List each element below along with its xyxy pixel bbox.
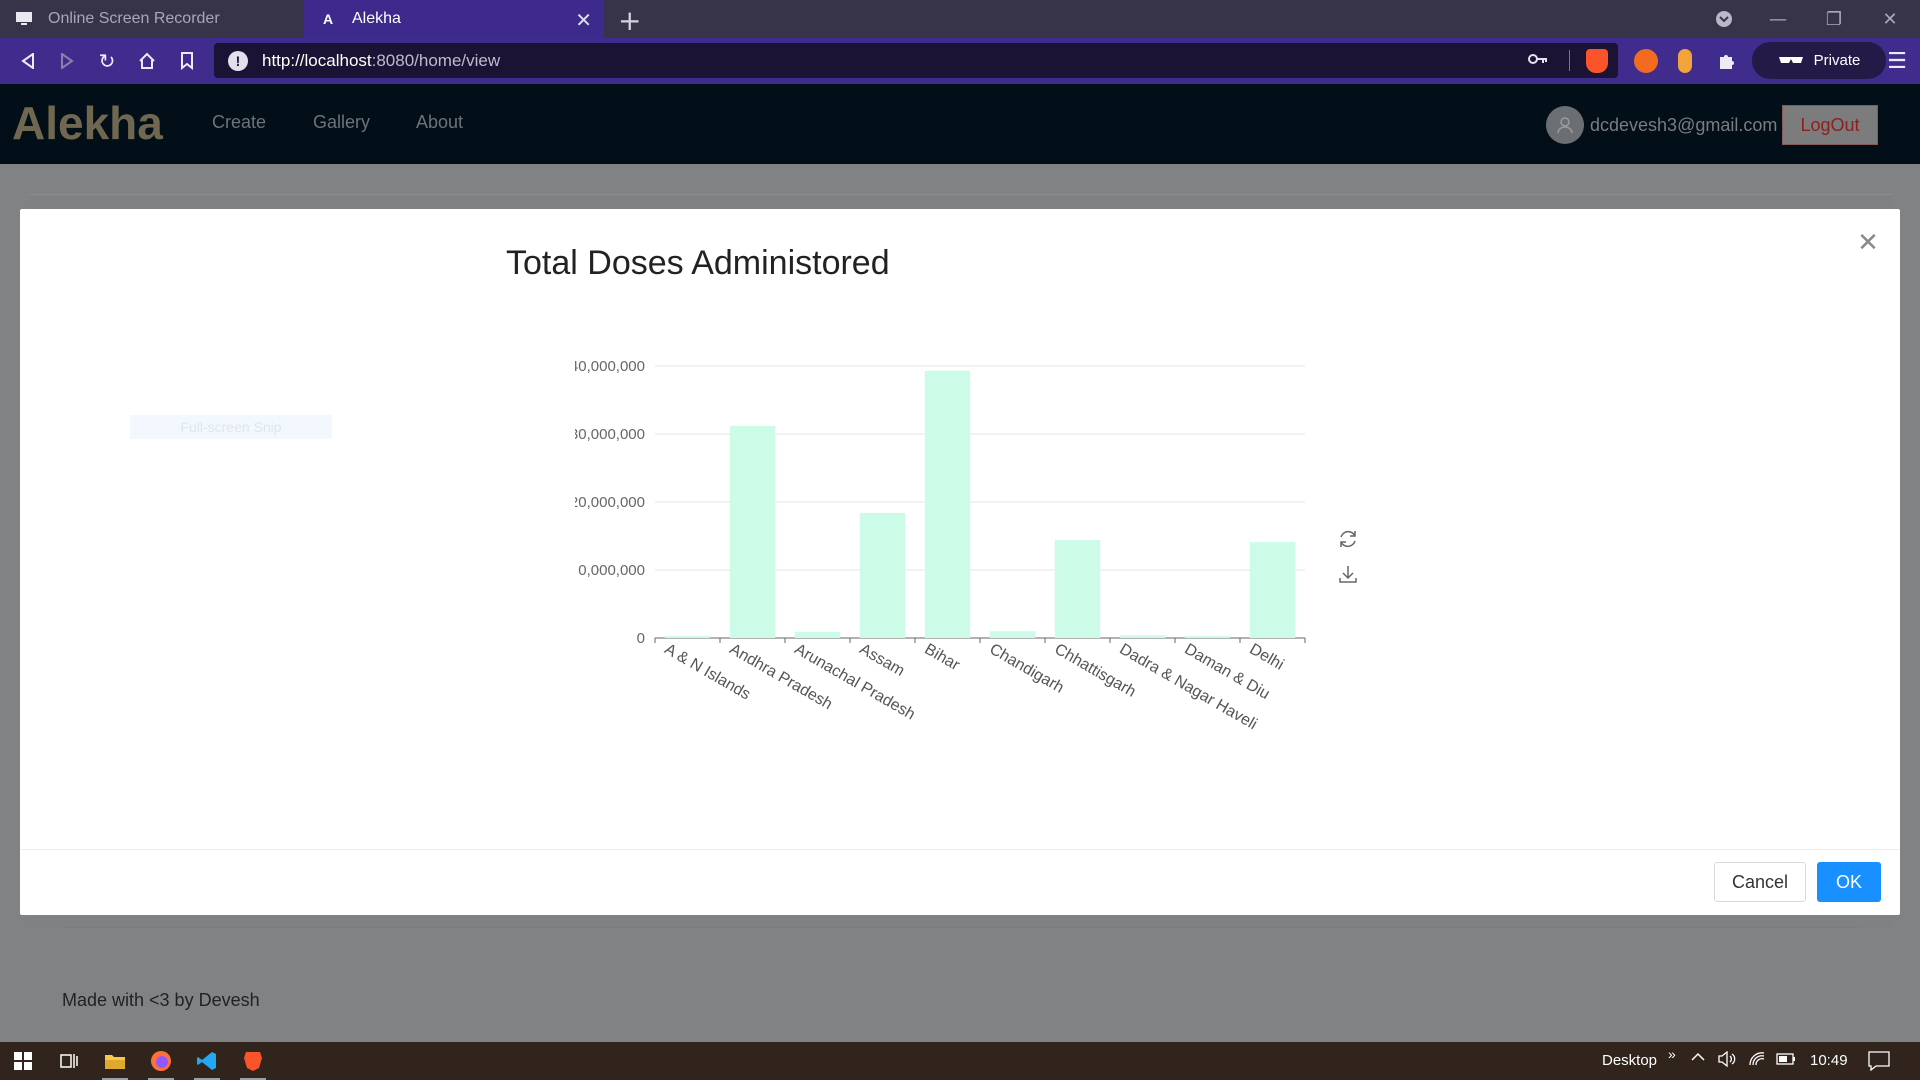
desktop-toolbar-label[interactable]: Desktop	[1602, 1052, 1657, 1069]
modal-footer	[20, 849, 1900, 915]
back-icon[interactable]	[13, 46, 43, 76]
tab-search-icon[interactable]	[1696, 0, 1752, 38]
user-email: dcdevesh3@gmail.com	[1590, 114, 1778, 135]
chevron-up-icon[interactable]	[1690, 1050, 1706, 1068]
nav-gallery[interactable]: Gallery	[313, 112, 370, 133]
address-bar[interactable]: ! http://localhost:8080/home/view	[214, 43, 1618, 78]
site-info-icon[interactable]: !	[228, 50, 248, 71]
bookmark-icon[interactable]	[172, 46, 202, 76]
y-tick-label: 20,000,000	[570, 494, 645, 511]
extensions-puzzle-icon[interactable]	[1712, 46, 1742, 76]
browser-toolbar: ↻ ! http://localhost:8080/home/view Priv…	[0, 38, 1920, 84]
bar	[1184, 635, 1231, 638]
close-tab-icon[interactable]: ✕	[575, 8, 592, 33]
extension-icon[interactable]	[1678, 49, 1692, 73]
avatar	[1546, 106, 1584, 144]
clock[interactable]: 10:49	[1810, 1052, 1848, 1069]
bar	[989, 631, 1036, 638]
brave-browser-icon[interactable]	[230, 1042, 276, 1080]
bar-chart: 0 0,000,000 20,000,000 30,000,000 40,000,000…	[440, 339, 1306, 733]
firefox-icon[interactable]	[138, 1042, 184, 1080]
url-text: http://localhost:8080/home/view	[262, 50, 501, 70]
wifi-icon[interactable]	[1748, 1051, 1766, 1071]
snip-overlay-ghost: Full-screen Snip	[130, 415, 332, 439]
nav-about[interactable]: About	[416, 112, 463, 133]
x-tick-label: Delhi	[1247, 641, 1287, 674]
reload-icon[interactable]: ↻	[92, 46, 122, 76]
minimize-icon[interactable]: —	[1750, 0, 1806, 38]
brave-shields-icon[interactable]	[1586, 49, 1608, 73]
restore-chart-icon[interactable]	[1336, 527, 1360, 551]
file-explorer-icon[interactable]	[92, 1042, 138, 1080]
close-window-icon[interactable]: ✕	[1862, 0, 1918, 38]
bar	[1054, 540, 1101, 638]
tab-alekha[interactable]: A Alekha ✕	[304, 0, 604, 38]
chart-title: Total Doses Administored	[506, 244, 890, 282]
private-window-badge[interactable]: Private	[1752, 42, 1886, 79]
footer-text: Made with <3 by Devesh	[62, 990, 260, 1010]
notifications-icon[interactable]	[1868, 1051, 1890, 1075]
vscode-icon[interactable]	[184, 1042, 230, 1080]
y-tick-label: 0,000,000	[578, 562, 645, 579]
task-view-icon[interactable]	[46, 1042, 92, 1080]
restore-icon[interactable]: ❐	[1806, 0, 1862, 38]
nav-create[interactable]: Create	[212, 112, 266, 133]
new-tab-icon[interactable]: +	[618, 4, 641, 37]
duckduckgo-extension-icon[interactable]	[1634, 49, 1658, 73]
divider	[1569, 50, 1570, 71]
x-tick-label: Assam	[857, 641, 908, 680]
private-label: Private	[1813, 52, 1861, 69]
windows-taskbar: Desktop » 10:49	[0, 1042, 1920, 1080]
y-label-crop-mask	[440, 339, 575, 659]
home-icon[interactable]	[132, 46, 162, 76]
monitor-icon	[14, 9, 34, 29]
chart-modal: ✕ Full-screen Snip Total Doses Administo…	[20, 209, 1900, 915]
download-chart-icon[interactable]	[1336, 562, 1360, 586]
browser-tabbar: Online Screen Recorder A Alekha ✕ + — ❐ …	[0, 0, 1920, 38]
battery-icon[interactable]	[1776, 1052, 1796, 1070]
bar	[729, 425, 776, 638]
ok-button[interactable]: OK	[1817, 862, 1881, 902]
tab-title: Alekha	[352, 10, 401, 27]
x-tick-label: Bihar	[922, 641, 963, 675]
bar	[1249, 542, 1296, 638]
bar	[859, 512, 906, 638]
key-icon[interactable]	[1528, 50, 1548, 71]
y-tick-label: 0	[637, 630, 645, 647]
bar	[1119, 635, 1166, 638]
bar	[794, 631, 841, 638]
y-tick-label: 40,000,000	[570, 358, 645, 375]
angular-logo-icon: A	[322, 11, 334, 27]
close-icon[interactable]: ✕	[1856, 228, 1880, 258]
menu-icon[interactable]: ☰	[1882, 46, 1912, 76]
forward-icon[interactable]	[52, 46, 82, 76]
tab-online-screen-recorder[interactable]: Online Screen Recorder	[0, 0, 304, 38]
windows-start-icon[interactable]	[0, 1042, 46, 1080]
x-tick-label: Arunachal Pradesh	[792, 641, 918, 724]
y-tick-label: 30,000,000	[570, 426, 645, 443]
app-logo[interactable]: Alekha	[12, 96, 163, 150]
private-glasses-icon	[1778, 52, 1804, 69]
app-header: Alekha Create Gallery About dcdevesh3@gm…	[0, 84, 1920, 164]
chevron-double-icon[interactable]: »	[1668, 1046, 1676, 1062]
user-info: dcdevesh3@gmail.com	[1546, 106, 1777, 144]
bar	[924, 370, 971, 638]
cancel-button[interactable]: Cancel	[1714, 862, 1806, 902]
logout-button[interactable]: LogOut	[1782, 105, 1878, 145]
speaker-icon[interactable]	[1718, 1050, 1736, 1071]
bar	[664, 635, 711, 638]
tab-title: Online Screen Recorder	[48, 10, 220, 27]
